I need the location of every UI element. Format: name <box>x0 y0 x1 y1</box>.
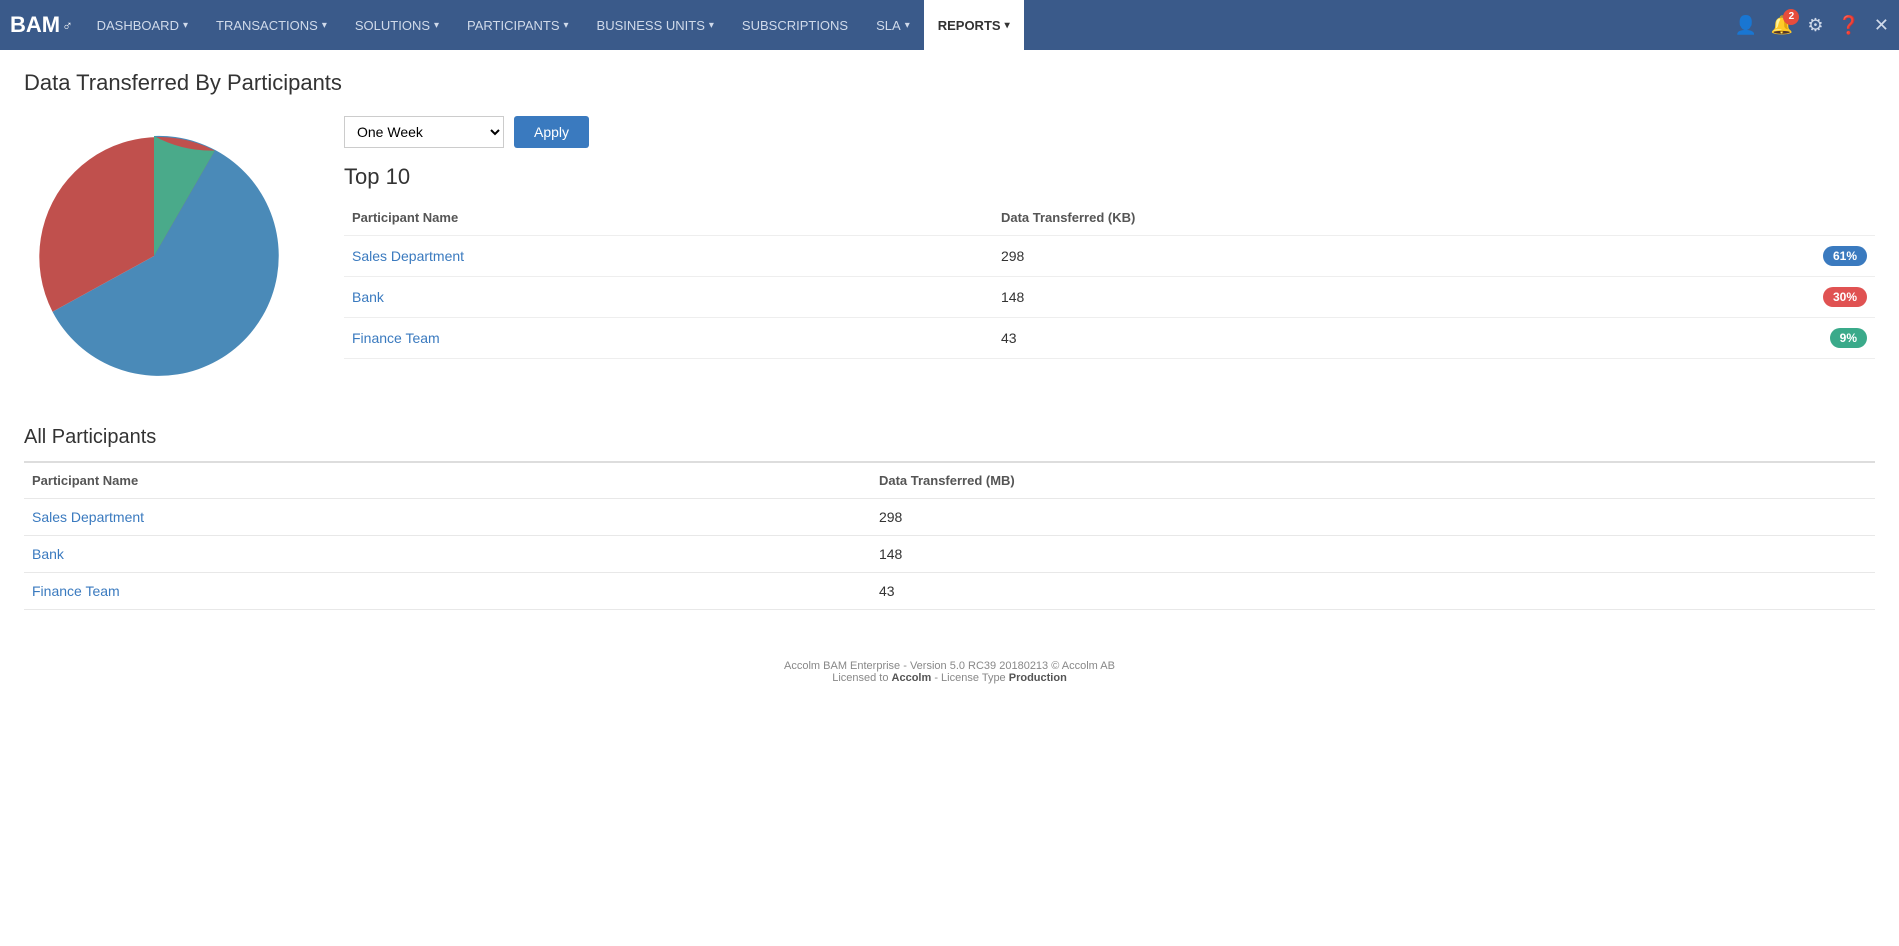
percent-badge: 61% <box>1823 246 1867 266</box>
all-participants-section: All Participants Participant Name Data T… <box>24 426 1875 610</box>
nav-right: 👤 🔔 2 ⚙ ❓ ✕ <box>1735 15 1890 36</box>
data-value: 298 <box>993 236 1755 277</box>
footer: Accolm BAM Enterprise - Version 5.0 RC39… <box>24 640 1875 704</box>
table-row: Bank 148 30% <box>344 277 1875 318</box>
brand-logo[interactable]: BAM♂ <box>10 12 73 38</box>
all-col-data-transferred: Data Transferred (MB) <box>871 462 1875 499</box>
all-participants-title: All Participants <box>24 426 1875 449</box>
participant-link[interactable]: Finance Team <box>32 583 120 599</box>
percent-cell: 9% <box>1755 318 1875 359</box>
caret-icon: ▾ <box>709 20 714 31</box>
data-value: 148 <box>993 277 1755 318</box>
participant-link[interactable]: Finance Team <box>352 330 440 346</box>
col-percent <box>1755 200 1875 236</box>
user-icon[interactable]: 👤 <box>1735 15 1757 36</box>
bell-icon[interactable]: 🔔 2 <box>1771 15 1793 36</box>
col-data-transferred-kb: Data Transferred (KB) <box>993 200 1755 236</box>
table-row: Bank 148 <box>24 536 1875 573</box>
data-value: 298 <box>871 499 1875 536</box>
nav-item-business-units[interactable]: BUSINESS UNITS ▾ <box>583 0 728 50</box>
percent-badge: 9% <box>1830 328 1867 348</box>
nav-item-participants[interactable]: PARTICIPANTS ▾ <box>453 0 583 50</box>
page-title: Data Transferred By Participants <box>24 70 1875 96</box>
table-row: Finance Team 43 <box>24 573 1875 610</box>
nav-item-sla[interactable]: SLA ▾ <box>862 0 924 50</box>
top10-title: Top 10 <box>344 164 1875 190</box>
participant-link[interactable]: Sales Department <box>32 509 144 525</box>
table-row: Sales Department 298 61% <box>344 236 1875 277</box>
notification-badge: 2 <box>1783 9 1799 25</box>
percent-badge: 30% <box>1823 287 1867 307</box>
top10-section: One WeekOne MonthThree MonthsSix MonthsO… <box>344 116 1875 386</box>
percent-cell: 30% <box>1755 277 1875 318</box>
table-row: Sales Department 298 <box>24 499 1875 536</box>
footer-line2: Licensed to Accolm - License Type Produc… <box>44 672 1855 684</box>
participant-link[interactable]: Bank <box>32 546 64 562</box>
brand-symbol: ♂ <box>62 17 73 33</box>
filter-row: One WeekOne MonthThree MonthsSix MonthsO… <box>344 116 1875 148</box>
period-select[interactable]: One WeekOne MonthThree MonthsSix MonthsO… <box>344 116 504 148</box>
apply-button[interactable]: Apply <box>514 116 589 148</box>
caret-icon: ▾ <box>183 20 188 31</box>
footer-suffix: - License Type <box>931 672 1008 684</box>
all-tbody: Sales Department 298 Bank 148 Finance Te… <box>24 499 1875 610</box>
main-content: Data Transferred By Participants One Wee… <box>0 50 1899 946</box>
footer-license-type: Production <box>1009 672 1067 684</box>
caret-icon: ▾ <box>322 20 327 31</box>
footer-licensed-prefix: Licensed to <box>832 672 891 684</box>
data-value: 148 <box>871 536 1875 573</box>
nav-item-dashboard[interactable]: DASHBOARD ▾ <box>83 0 202 50</box>
col-participant-name: Participant Name <box>344 200 993 236</box>
footer-company: Accolm <box>892 672 932 684</box>
pie-chart-container <box>24 116 304 386</box>
help-icon[interactable]: ❓ <box>1837 15 1859 36</box>
table-row: Finance Team 43 9% <box>344 318 1875 359</box>
nav-item-transactions[interactable]: TRANSACTIONS ▾ <box>202 0 341 50</box>
nav-item-reports[interactable]: REPORTS ▾ <box>924 0 1024 50</box>
top10-table: Participant Name Data Transferred (KB) S… <box>344 200 1875 359</box>
nav-item-subscriptions[interactable]: SUBSCRIPTIONS <box>728 0 862 50</box>
nav-items: DASHBOARD ▾TRANSACTIONS ▾SOLUTIONS ▾PART… <box>83 0 1735 50</box>
all-participants-table: Participant Name Data Transferred (MB) S… <box>24 461 1875 610</box>
top-section: One WeekOne MonthThree MonthsSix MonthsO… <box>24 116 1875 386</box>
close-icon[interactable]: ✕ <box>1874 15 1889 36</box>
data-value: 43 <box>871 573 1875 610</box>
brand-name: BAM <box>10 12 60 38</box>
gear-icon[interactable]: ⚙ <box>1807 15 1823 36</box>
data-value: 43 <box>993 318 1755 359</box>
all-header-row: Participant Name Data Transferred (MB) <box>24 462 1875 499</box>
top10-tbody: Sales Department 298 61% Bank 148 30% Fi… <box>344 236 1875 359</box>
footer-line1: Accolm BAM Enterprise - Version 5.0 RC39… <box>44 660 1855 672</box>
participant-link[interactable]: Bank <box>352 289 384 305</box>
caret-icon: ▾ <box>1005 20 1010 31</box>
all-col-participant: Participant Name <box>24 462 871 499</box>
percent-cell: 61% <box>1755 236 1875 277</box>
caret-icon: ▾ <box>434 20 439 31</box>
navbar: BAM♂ DASHBOARD ▾TRANSACTIONS ▾SOLUTIONS … <box>0 0 1899 50</box>
caret-icon: ▾ <box>564 20 569 31</box>
nav-item-solutions[interactable]: SOLUTIONS ▾ <box>341 0 453 50</box>
top10-header-row: Participant Name Data Transferred (KB) <box>344 200 1875 236</box>
participant-link[interactable]: Sales Department <box>352 248 464 264</box>
pie-chart <box>24 116 284 386</box>
caret-icon: ▾ <box>905 20 910 31</box>
